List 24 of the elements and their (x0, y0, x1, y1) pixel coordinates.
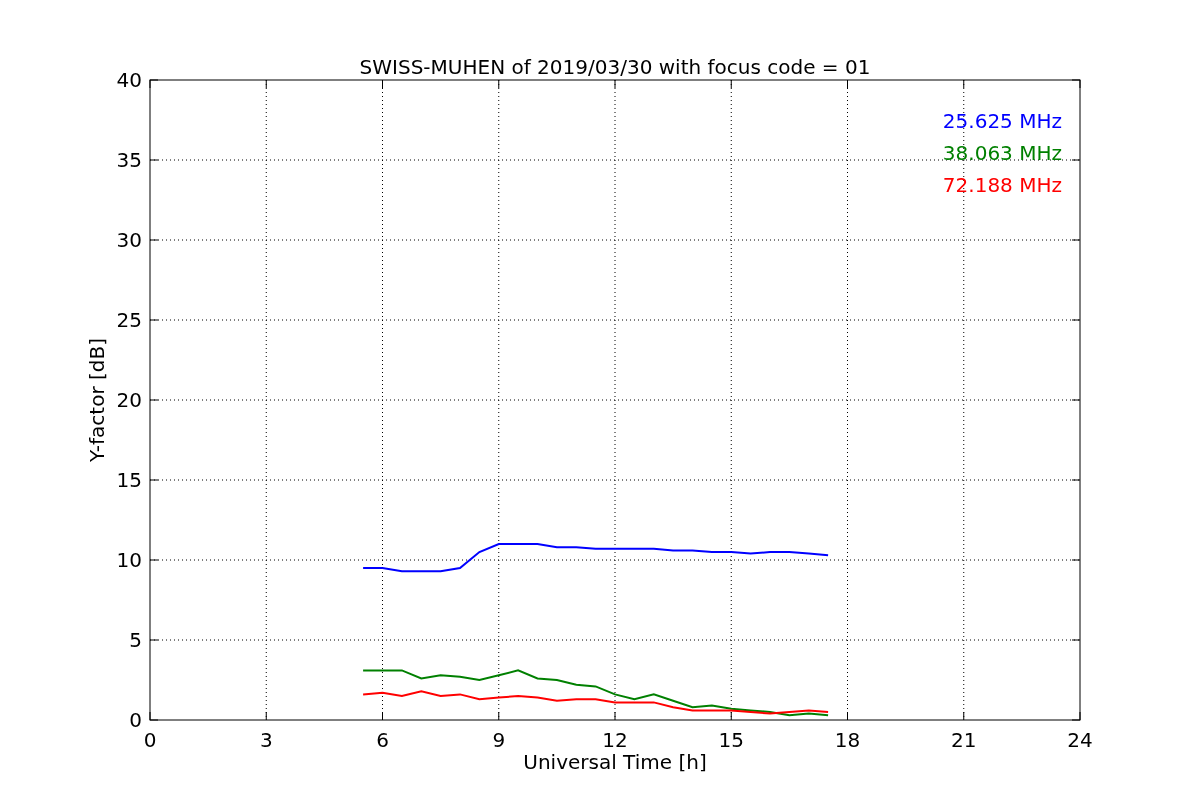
tick-label: 12 (602, 728, 628, 752)
tick-label: 21 (951, 728, 977, 752)
tick-label: 6 (376, 728, 389, 752)
tick-label: 18 (834, 728, 861, 752)
tick-label: 24 (1067, 728, 1093, 752)
tick-label: 40 (116, 68, 142, 92)
tick-label: 10 (116, 548, 142, 572)
tick-label: 15 (116, 468, 142, 492)
y-axis-label: Y-factor [dB] (85, 338, 109, 462)
tick-label: 9 (492, 728, 506, 752)
chart-title: SWISS-MUHEN of 2019/03/30 with focus code = 01 (359, 55, 871, 79)
tick-label: 0 (129, 708, 142, 732)
legend-label: 38.063 MHz (942, 141, 1062, 165)
tick-label: 20 (116, 388, 142, 412)
tick-label: 3 (259, 728, 273, 752)
tick-label: 0 (143, 728, 157, 752)
legend-label: 72.188 MHz (942, 173, 1062, 197)
tick-label: 35 (116, 148, 142, 172)
x-axis-label: Universal Time [h] (523, 750, 707, 774)
tick-label: 5 (129, 628, 142, 652)
tick-label: 25 (116, 308, 142, 332)
legend-label: 25.625 MHz (942, 109, 1062, 133)
tick-label: 30 (116, 228, 142, 252)
tick-label: 15 (718, 728, 744, 752)
